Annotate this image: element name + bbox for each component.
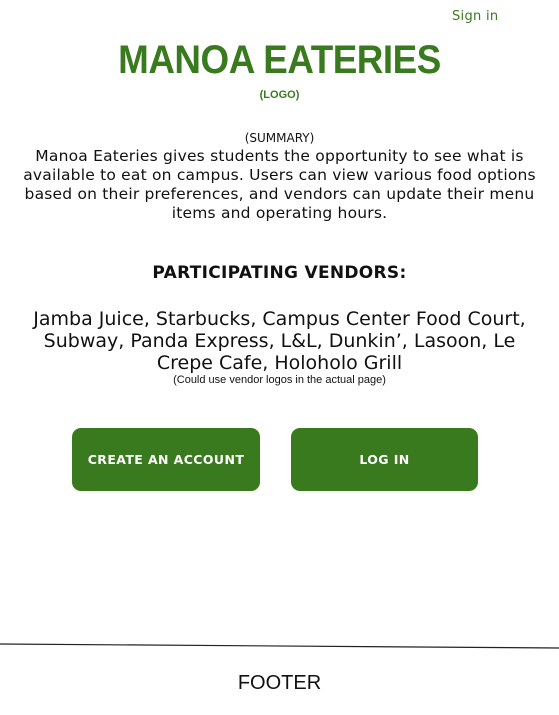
log-in-button[interactable]: LOG IN [291,428,478,491]
vendors-heading: PARTICIPATING VENDORS: [152,263,407,283]
sign-in-link[interactable]: Sign in [452,9,498,24]
vendors-list: Jamba Juice, Starbucks, Campus Center Fo… [33,308,526,374]
logo-placeholder: (LOGO) [259,89,300,101]
create-account-button[interactable]: CREATE AN ACCOUNT [72,428,260,491]
footer-divider [0,643,559,649]
vendors-note: (Could use vendor logos in the actual pa… [173,374,386,386]
summary-text: Manoa Eateries gives students the opport… [23,147,536,222]
page-title: MANOA EATERIES [118,38,441,82]
footer: FOOTER [237,672,322,694]
summary-label: (SUMMARY) [244,131,315,145]
